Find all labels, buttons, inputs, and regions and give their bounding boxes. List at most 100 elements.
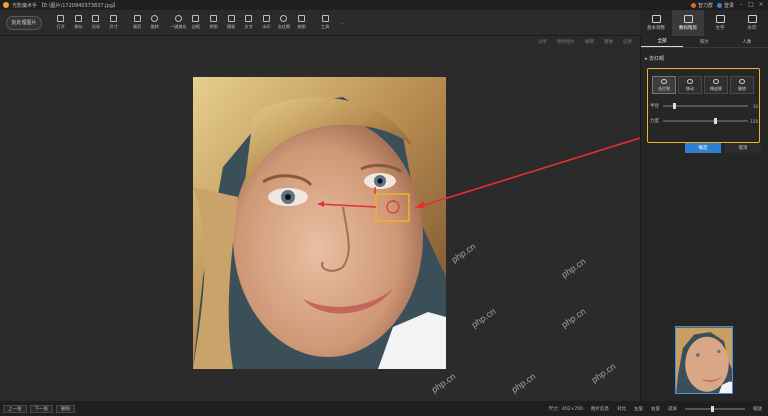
tool-label: 尺寸: [109, 24, 118, 29]
rotate-icon: [151, 15, 159, 22]
mode-label: 移动: [686, 85, 694, 91]
app-logo-icon: [3, 2, 9, 8]
strength-slider[interactable]: 力度 150: [650, 117, 758, 125]
tool-fix[interactable]: 修图: [293, 12, 311, 34]
tool-crop[interactable]: 裁剪: [128, 12, 146, 34]
title-bar: 光影魔术手 【E:\图片\1720940373837.jpg】 智力群 登录 –…: [0, 0, 768, 10]
image-size: 尺寸：402×700: [548, 406, 583, 412]
tool-open[interactable]: 打开: [52, 12, 70, 34]
tool-label: 一键美化: [169, 24, 187, 29]
tool-redeye[interactable]: 去红眼: [275, 12, 293, 34]
cancel-button[interactable]: 取消: [725, 143, 761, 153]
confirm-button[interactable]: 确定: [685, 143, 721, 153]
mode-label: 橡皮擦: [710, 85, 722, 91]
batch-button[interactable]: 批处理图片: [6, 15, 42, 30]
navigator-thumbnail[interactable]: [675, 326, 733, 394]
tool-frame[interactable]: 边框: [187, 12, 205, 34]
tool-label: 文字: [244, 24, 253, 29]
restore-button[interactable]: 还原: [623, 39, 632, 45]
slider-track[interactable]: [663, 103, 748, 109]
action-buttons: 确定 取消: [685, 143, 761, 153]
tool-save-as[interactable]: 另存: [87, 12, 105, 34]
tool-size[interactable]: 尺寸: [105, 12, 123, 34]
undo-button[interactable]: 撤销: [585, 39, 594, 45]
section-title: ▸ 去红眼: [645, 56, 665, 62]
tool-label: 打开: [56, 24, 65, 29]
user-chip[interactable]: 智力群: [690, 2, 713, 9]
tab-label: 数码暗房: [679, 26, 697, 31]
compare-button[interactable]: 对比: [617, 406, 626, 412]
zoom-label[interactable]: 缩放: [753, 406, 762, 412]
rotate-left-button[interactable]: 左旋: [634, 406, 643, 412]
tool-text[interactable]: 文字: [240, 12, 258, 34]
redo-button[interactable]: 重做: [604, 39, 613, 45]
next-button[interactable]: 下一张: [29, 404, 53, 413]
login-chip[interactable]: 登录: [716, 2, 734, 9]
puzzle-icon: [210, 15, 218, 22]
image-canvas[interactable]: php.cn php.cn php.cn php.cn php.cn php.c…: [0, 48, 640, 401]
close-icon[interactable]: ×: [758, 2, 764, 8]
tab-text[interactable]: 文字: [704, 10, 736, 36]
photo[interactable]: [193, 77, 446, 369]
subtab-portrait[interactable]: 人像: [726, 36, 768, 47]
mode-undo[interactable]: 撤销: [730, 76, 754, 94]
login-label: 登录: [723, 2, 734, 9]
watermark-text: php.cn: [469, 306, 498, 330]
right-panel: 全部 照片 人像 ▸ 去红眼 去红眼 移动 橡皮擦 撤销 半径 10 力度 15…: [640, 36, 768, 401]
maximize-icon[interactable]: □: [748, 2, 754, 8]
open-icon: [57, 15, 65, 22]
tab-basic-adjust[interactable]: 基本调整: [640, 10, 672, 36]
eraser-icon: [713, 78, 719, 84]
slider-track[interactable]: [663, 118, 748, 124]
tool-label: 模板: [226, 24, 236, 29]
mode-move[interactable]: 移动: [678, 76, 702, 94]
minimize-icon[interactable]: –: [738, 2, 744, 8]
tab-watermark[interactable]: 水印: [736, 10, 768, 36]
tools-icon: [321, 15, 329, 22]
slider-knob[interactable]: [673, 103, 677, 109]
portrait-image: [193, 77, 446, 369]
tool-watermark[interactable]: 水印: [258, 12, 276, 34]
tool-one-click[interactable]: 一键美化: [170, 12, 188, 34]
tool-label: 工具: [320, 24, 330, 29]
size-icon: [110, 15, 118, 22]
share-button[interactable]: 分享: [538, 39, 547, 45]
tool-label: 水印: [262, 24, 271, 29]
user-icon: [690, 2, 696, 8]
redeye-settings-box: 去红眼 移动 橡皮擦 撤销 半径 10 力度 150: [647, 68, 760, 143]
tool-tools[interactable]: 工具: [316, 12, 334, 34]
slider-label: 力度: [650, 119, 659, 124]
tool-more[interactable]: ...: [334, 12, 352, 34]
watermark-text: php.cn: [509, 371, 538, 395]
tool-template[interactable]: 模板: [222, 12, 240, 34]
tool-label: 去红眼: [277, 24, 291, 29]
tool-save[interactable]: 保存: [70, 12, 88, 34]
fit-button[interactable]: 适屏: [668, 406, 677, 412]
tab-label: 水印: [747, 26, 757, 31]
zoom-slider[interactable]: [685, 405, 745, 412]
slider-knob[interactable]: [714, 118, 717, 124]
tool-puzzle[interactable]: 拼图: [205, 12, 223, 34]
app-window: 光影魔术手 【E:\图片\1720940373837.jpg】 智力群 登录 –…: [0, 0, 768, 416]
subtab-all[interactable]: 全部: [641, 36, 684, 47]
image-info-button[interactable]: 图片信息: [591, 406, 609, 412]
rotate-right-button[interactable]: 右旋: [651, 406, 660, 412]
delete-button[interactable]: 删除: [56, 404, 75, 413]
mode-eraser[interactable]: 橡皮擦: [704, 76, 728, 94]
tab-label: 基本调整: [647, 26, 665, 31]
tab-digital-darkroom[interactable]: 数码暗房: [672, 10, 704, 36]
mode-label: 去红眼: [658, 85, 670, 91]
status-bar: 上一张 下一张 删除 尺寸：402×700 图片信息 对比 左旋 右旋 适屏 缩…: [0, 401, 768, 416]
save-icon: [74, 15, 82, 22]
subtab-photo[interactable]: 照片: [683, 36, 725, 47]
mode-redeye[interactable]: 去红眼: [652, 76, 676, 94]
watermark-text: php.cn: [559, 306, 588, 330]
watermark-text: php.cn: [429, 371, 458, 395]
original-button[interactable]: 原始图片: [557, 39, 575, 45]
tool-label: 修图: [297, 24, 306, 29]
radius-slider[interactable]: 半径 10: [650, 102, 758, 110]
zoom-knob[interactable]: [711, 405, 714, 412]
prev-button[interactable]: 上一张: [3, 404, 27, 413]
tool-rotate[interactable]: 旋转: [146, 12, 164, 34]
mode-row: 去红眼 移动 橡皮擦 撤销: [652, 76, 754, 94]
